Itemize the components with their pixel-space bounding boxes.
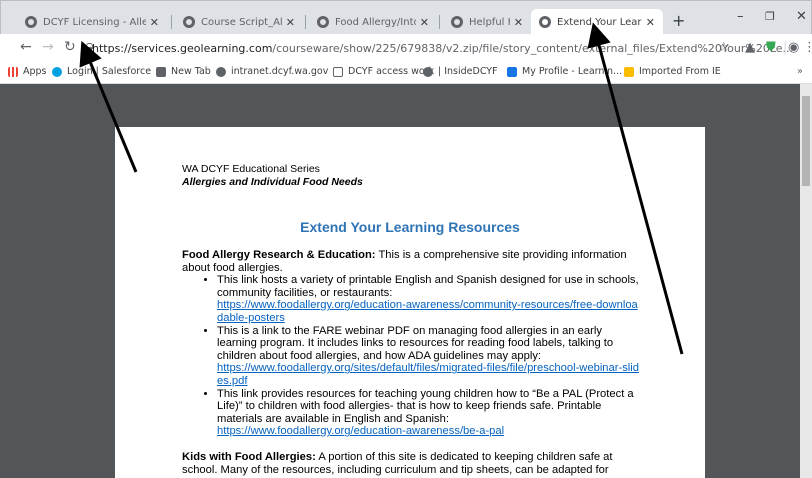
more-bookmarks-icon[interactable]: » [797, 66, 803, 77]
tab-title: Course Script_Allergi [201, 16, 282, 28]
bookmark-insidedcyf[interactable]: | InsideDCYF [423, 66, 498, 77]
bookmarks-bar: Apps Login | Salesforce New Tab intranet… [0, 62, 812, 84]
bookmark-salesforce[interactable]: Login | Salesforce [52, 66, 151, 77]
close-tab-icon[interactable]: ✕ [150, 16, 159, 29]
bookmark-imported-from-ie[interactable]: Imported From IE [624, 66, 721, 77]
tab-divider [305, 15, 306, 29]
scrollbar-thumb[interactable] [802, 96, 810, 186]
bookmark-label: DCYF access work [348, 66, 435, 77]
globe-icon [216, 66, 226, 77]
list-item: This is a link to the FARE webinar PDF o… [217, 325, 642, 388]
document-icon [333, 66, 343, 77]
site-favicon-icon [317, 16, 329, 28]
close-tab-icon[interactable]: ✕ [646, 16, 655, 29]
tab-title: Extend Your Learning [557, 16, 642, 28]
site-favicon-icon [451, 16, 463, 28]
close-tab-icon[interactable]: ✕ [514, 16, 523, 29]
tab-title: Food Allergy/Intoleran [335, 16, 416, 28]
bookmark-label: Login | Salesforce [67, 66, 152, 77]
folder-icon [624, 66, 634, 77]
browser-toolbar: ← → ↻ https://services.geolearning.com/c… [0, 34, 812, 62]
close-tab-icon[interactable]: ✕ [286, 16, 295, 29]
apps-grid-icon [8, 66, 18, 77]
vertical-scrollbar[interactable] [800, 84, 812, 478]
url-host: https://services.geolearning.com [92, 41, 273, 55]
close-window-icon[interactable]: ✕ [796, 9, 807, 24]
site-favicon-icon [183, 16, 195, 28]
bookmark-label: Imported From IE [639, 66, 721, 77]
site-favicon-icon [539, 16, 551, 28]
forward-arrow-icon[interactable]: → [42, 39, 54, 55]
course-header: Allergies and Individual Food Needs [182, 176, 363, 188]
bookmark-new-tab[interactable]: New Tab [156, 66, 211, 77]
tab-helpful-hints[interactable]: Helpful Hints.pdf ✕ [443, 9, 531, 35]
tab-food-allergy[interactable]: Food Allergy/Intoleran ✕ [309, 9, 437, 35]
section-heading: Food Allergy Research & Education: [182, 249, 376, 261]
restore-icon[interactable]: ❐ [765, 10, 775, 23]
document-viewer: WA DCYF Educational Series Allergies and… [0, 84, 812, 478]
item-text: This link hosts a variety of printable E… [217, 274, 639, 299]
list-item: This link provides resources for teachin… [217, 388, 642, 438]
bookmark-my-profile[interactable]: My Profile - Learnin... [507, 66, 622, 77]
section-heading: Kids with Food Allergies: [182, 450, 316, 463]
bookmark-dcyf-access[interactable]: DCYF access work [333, 66, 434, 77]
resource-link[interactable]: https://www.foodallergy.org/education-aw… [217, 299, 638, 324]
bookmark-intranet[interactable]: intranet.dcyf.wa.gov [216, 66, 328, 77]
back-arrow-icon[interactable]: ← [20, 39, 32, 55]
item-text: This is a link to the FARE webinar PDF o… [217, 324, 614, 362]
tab-extend-your-learning[interactable]: Extend Your Learning ✕ [531, 9, 663, 35]
profile-x-icon [507, 66, 517, 77]
tab-title: DCYF Licensing - Alle [43, 16, 146, 28]
tab-divider [439, 15, 440, 29]
minimize-icon[interactable]: – [737, 9, 744, 24]
resource-link[interactable]: https://www.foodallergy.org/education-aw… [217, 425, 504, 437]
close-tab-icon[interactable]: ✕ [420, 16, 429, 29]
bookmark-star-icon[interactable]: ☆ [718, 40, 730, 55]
reload-icon[interactable]: ↻ [64, 39, 76, 55]
bookmark-label: intranet.dcyf.wa.gov [231, 66, 329, 77]
globe-icon [423, 66, 433, 77]
section-kids-food-allergies: Kids with Food Allergies: A portion of t… [182, 451, 642, 476]
resource-list: This link hosts a variety of printable E… [182, 274, 642, 438]
tab-divider [171, 15, 172, 29]
address-bar[interactable]: https://services.geolearning.com/coursew… [84, 37, 793, 59]
resource-link[interactable]: https://www.foodallergy.org/sites/defaul… [217, 362, 639, 387]
shield-extension-icon[interactable]: ⛊ [766, 40, 776, 55]
tab-course-script[interactable]: Course Script_Allergi ✕ [175, 9, 303, 35]
tab-dcyf-licensing[interactable]: DCYF Licensing - Alle ✕ [17, 9, 167, 35]
page-icon [156, 66, 166, 77]
bookmark-apps[interactable]: Apps [8, 66, 47, 77]
bookmark-label: | InsideDCYF [438, 66, 498, 77]
document-page: WA DCYF Educational Series Allergies and… [115, 127, 705, 478]
page-title: Extend Your Learning Resources [300, 219, 520, 235]
series-header: WA DCYF Educational Series [182, 163, 320, 175]
salesforce-cloud-icon [52, 66, 62, 77]
list-item: This link hosts a variety of printable E… [217, 274, 642, 324]
bookmark-label: My Profile - Learnin... [522, 66, 623, 77]
document-content: Food Allergy Research & Education: This … [182, 249, 642, 476]
new-tab-plus-icon[interactable]: + [672, 11, 685, 30]
bookmark-label: New Tab [171, 66, 211, 77]
extension-icon[interactable]: ▲ [745, 40, 755, 55]
tab-strip: DCYF Licensing - Alle ✕ Course Script_Al… [0, 0, 812, 35]
site-favicon-icon [25, 16, 37, 28]
tab-title: Helpful Hints.pdf [469, 16, 510, 28]
url-path: /courseware/show/225/679838/v2.zip/file/… [272, 41, 794, 55]
profile-avatar-icon[interactable]: ◉ [788, 40, 799, 55]
section-fare: Food Allergy Research & Education: This … [182, 249, 642, 274]
menu-kebab-icon[interactable]: ⋮ [803, 40, 812, 55]
toolbar-divider: | [783, 40, 788, 55]
bookmark-label: Apps [23, 66, 47, 77]
item-text: This link provides resources for teachin… [217, 387, 634, 425]
